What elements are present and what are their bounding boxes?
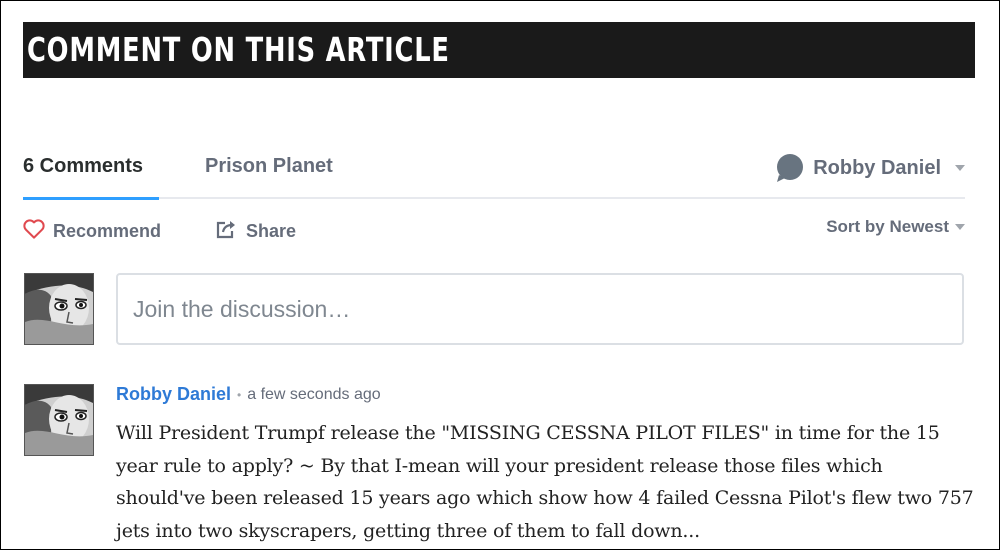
post-header: Robby Daniel • a few seconds ago [116, 384, 381, 405]
comments-nav: 6 Comments Prison Planet Robby Daniel [23, 141, 965, 201]
share-icon [216, 219, 238, 244]
recommend-label: Recommend [53, 221, 162, 241]
user-menu[interactable]: Robby Daniel [775, 153, 965, 183]
tab-comments[interactable]: 6 Comments [23, 155, 143, 178]
heart-icon [23, 219, 45, 244]
sort-label: Sort by Newest [826, 217, 949, 236]
post-body: Will President Trumpf release the "MISSI… [116, 422, 974, 542]
current-user-avatar[interactable] [24, 273, 94, 345]
user-avatar-icon [775, 153, 805, 183]
recommend-button[interactable]: Recommend [23, 219, 161, 244]
sort-dropdown[interactable]: Sort by Newest [826, 217, 965, 237]
share-label: Share [246, 221, 297, 241]
chevron-down-icon [955, 165, 965, 171]
user-name: Robby Daniel [813, 156, 941, 179]
share-button[interactable]: Share [216, 219, 296, 244]
active-tab-indicator [23, 197, 159, 200]
actions-bar: Recommend Share Sort by Newest [23, 215, 965, 247]
chevron-down-icon [955, 224, 965, 230]
post-author-avatar[interactable] [24, 384, 94, 456]
separator-bullet: • [237, 387, 242, 402]
tab-forum[interactable]: Prison Planet [205, 155, 333, 178]
section-banner: COMMENT ON THIS ARTICLE [23, 22, 975, 78]
banner-title: COMMENT ON THIS ARTICLE [27, 30, 450, 69]
post-author-link[interactable]: Robby Daniel [116, 384, 231, 405]
post-timestamp[interactable]: a few seconds ago [247, 386, 380, 404]
comments-section: COMMENT ON THIS ARTICLE 6 Comments Priso… [0, 0, 1000, 550]
comment-input[interactable]: Join the discussion… [116, 273, 964, 345]
nav-divider [23, 197, 965, 199]
